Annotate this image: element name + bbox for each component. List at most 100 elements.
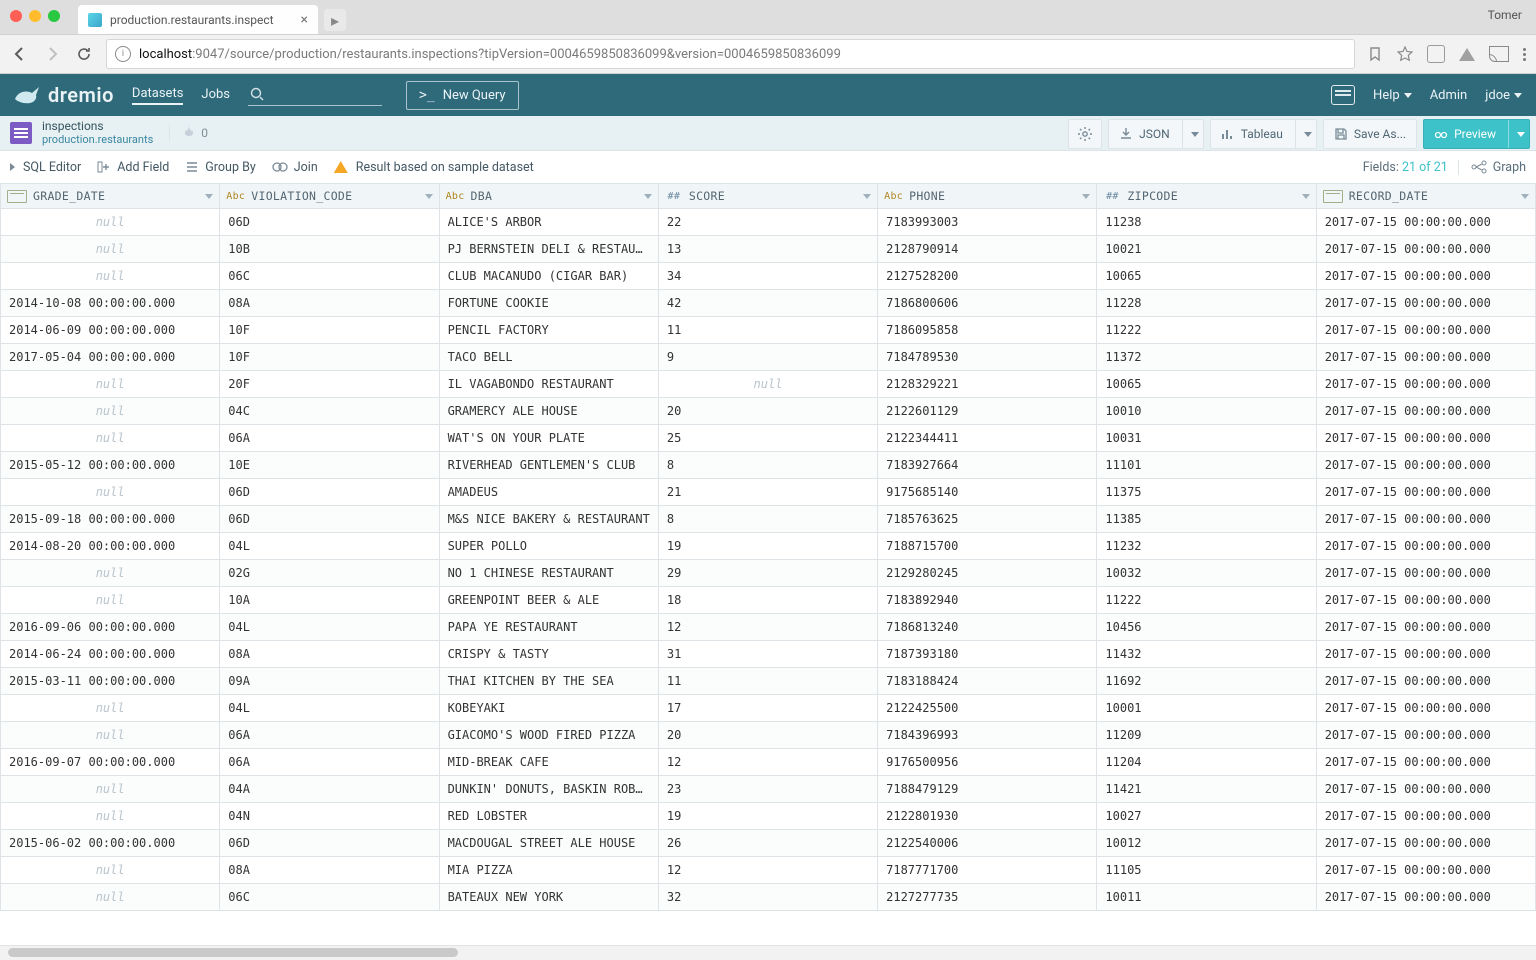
table-row[interactable]: null20FIL VAGABONDO RESTAURANTnull212832…: [1, 371, 1536, 398]
cell-zipcode[interactable]: 11432: [1097, 641, 1316, 668]
maximize-window-icon[interactable]: [48, 10, 60, 22]
cell-grade_date[interactable]: 2015-06-02 00:00:00.000: [1, 830, 220, 857]
cell-dba[interactable]: M&S NICE BAKERY & RESTAURANT: [439, 506, 658, 533]
cell-zipcode[interactable]: 11692: [1097, 668, 1316, 695]
preview-button[interactable]: Preview: [1423, 119, 1530, 149]
cell-zipcode[interactable]: 11228: [1097, 290, 1316, 317]
cell-zipcode[interactable]: 11222: [1097, 587, 1316, 614]
cell-dba[interactable]: MID-BREAK CAFE: [439, 749, 658, 776]
cell-grade_date[interactable]: null: [1, 857, 220, 884]
cell-grade_date[interactable]: 2016-09-06 00:00:00.000: [1, 614, 220, 641]
cell-record_date[interactable]: 2017-07-15 00:00:00.000: [1316, 776, 1535, 803]
cell-grade_date[interactable]: null: [1, 425, 220, 452]
cell-record_date[interactable]: 2017-07-15 00:00:00.000: [1316, 236, 1535, 263]
cell-score[interactable]: 21: [658, 479, 877, 506]
dataset-path[interactable]: production.restaurants: [42, 133, 153, 146]
table-row[interactable]: 2015-03-11 00:00:00.00009ATHAI KITCHEN B…: [1, 668, 1536, 695]
chevron-down-icon[interactable]: [425, 194, 433, 199]
cell-grade_date[interactable]: null: [1, 263, 220, 290]
cell-record_date[interactable]: 2017-07-15 00:00:00.000: [1316, 344, 1535, 371]
table-row[interactable]: null06CCLUB MACANUDO (CIGAR BAR)34212752…: [1, 263, 1536, 290]
cell-grade_date[interactable]: null: [1, 695, 220, 722]
cell-violation_code[interactable]: 06C: [220, 263, 439, 290]
cell-score[interactable]: 20: [658, 398, 877, 425]
cell-score[interactable]: 9: [658, 344, 877, 371]
cell-score[interactable]: 25: [658, 425, 877, 452]
tableau-button[interactable]: Tableau: [1210, 119, 1317, 149]
cell-phone[interactable]: 7183892940: [878, 587, 1097, 614]
cell-zipcode[interactable]: 10021: [1097, 236, 1316, 263]
star-icon[interactable]: [1397, 46, 1413, 62]
cell-zipcode[interactable]: 10011: [1097, 884, 1316, 911]
column-header-phone[interactable]: AbcPHONE: [878, 184, 1097, 209]
save-as-button[interactable]: Save As...: [1323, 119, 1417, 149]
cell-score[interactable]: 12: [658, 857, 877, 884]
cell-zipcode[interactable]: 10065: [1097, 263, 1316, 290]
nav-jobs[interactable]: Jobs: [201, 87, 230, 104]
cell-zipcode[interactable]: 11372: [1097, 344, 1316, 371]
messages-icon[interactable]: [1331, 85, 1355, 105]
table-row[interactable]: 2015-09-18 00:00:00.00006DM&S NICE BAKER…: [1, 506, 1536, 533]
cell-violation_code[interactable]: 04C: [220, 398, 439, 425]
cell-grade_date[interactable]: null: [1, 560, 220, 587]
cell-violation_code[interactable]: 04L: [220, 614, 439, 641]
cell-dba[interactable]: DUNKIN' DONUTS, BASKIN ROBBINS: [439, 776, 658, 803]
cell-phone[interactable]: 2128329221: [878, 371, 1097, 398]
cell-score[interactable]: 11: [658, 317, 877, 344]
cell-record_date[interactable]: 2017-07-15 00:00:00.000: [1316, 209, 1535, 236]
chevron-down-icon[interactable]: [1302, 194, 1310, 199]
cell-violation_code[interactable]: 04A: [220, 776, 439, 803]
cell-phone[interactable]: 9176500956: [878, 749, 1097, 776]
table-row[interactable]: null06AWAT'S ON YOUR PLATE25212234441110…: [1, 425, 1536, 452]
cell-dba[interactable]: PJ BERNSTEIN DELI & RESTAURANT: [439, 236, 658, 263]
chevron-down-icon[interactable]: [863, 194, 871, 199]
cell-record_date[interactable]: 2017-07-15 00:00:00.000: [1316, 722, 1535, 749]
cell-phone[interactable]: 7184789530: [878, 344, 1097, 371]
cell-dba[interactable]: NO 1 CHINESE RESTAURANT: [439, 560, 658, 587]
column-header-score[interactable]: ##SCORE: [658, 184, 877, 209]
cell-record_date[interactable]: 2017-07-15 00:00:00.000: [1316, 857, 1535, 884]
cell-grade_date[interactable]: 2017-05-04 00:00:00.000: [1, 344, 220, 371]
table-row[interactable]: 2014-06-24 00:00:00.00008ACRISPY & TASTY…: [1, 641, 1536, 668]
cell-violation_code[interactable]: 06D: [220, 479, 439, 506]
cell-score[interactable]: 19: [658, 533, 877, 560]
cell-score[interactable]: null: [658, 371, 877, 398]
column-header-violation_code[interactable]: AbcVIOLATION_CODE: [220, 184, 439, 209]
reflection-counter[interactable]: 0: [169, 125, 208, 141]
cell-violation_code[interactable]: 06A: [220, 749, 439, 776]
url-input[interactable]: i localhost:9047/source/production/resta…: [106, 39, 1355, 69]
table-row[interactable]: 2017-05-04 00:00:00.00010FTACO BELL97184…: [1, 344, 1536, 371]
cell-record_date[interactable]: 2017-07-15 00:00:00.000: [1316, 425, 1535, 452]
cell-score[interactable]: 17: [658, 695, 877, 722]
cell-score[interactable]: 20: [658, 722, 877, 749]
cell-record_date[interactable]: 2017-07-15 00:00:00.000: [1316, 749, 1535, 776]
drive-icon[interactable]: [1459, 48, 1475, 61]
cell-phone[interactable]: 2122601129: [878, 398, 1097, 425]
cell-grade_date[interactable]: 2014-06-09 00:00:00.000: [1, 317, 220, 344]
cell-record_date[interactable]: 2017-07-15 00:00:00.000: [1316, 668, 1535, 695]
cell-score[interactable]: 13: [658, 236, 877, 263]
cell-phone[interactable]: 7184396993: [878, 722, 1097, 749]
cell-phone[interactable]: 7188479129: [878, 776, 1097, 803]
cell-zipcode[interactable]: 11421: [1097, 776, 1316, 803]
add-field-button[interactable]: Add Field: [97, 160, 169, 175]
cell-score[interactable]: 22: [658, 209, 877, 236]
cell-dba[interactable]: GIACOMO'S WOOD FIRED PIZZA: [439, 722, 658, 749]
cell-score[interactable]: 32: [658, 884, 877, 911]
table-row[interactable]: null10BPJ BERNSTEIN DELI & RESTAURANT132…: [1, 236, 1536, 263]
cell-violation_code[interactable]: 10B: [220, 236, 439, 263]
table-row[interactable]: 2014-10-08 00:00:00.00008AFORTUNE COOKIE…: [1, 290, 1536, 317]
column-header-dba[interactable]: AbcDBA: [439, 184, 658, 209]
table-row[interactable]: null06DALICE'S ARBOR22718399300311238201…: [1, 209, 1536, 236]
cell-phone[interactable]: 2127277735: [878, 884, 1097, 911]
chevron-down-icon[interactable]: [1521, 194, 1529, 199]
cell-phone[interactable]: 7187771700: [878, 857, 1097, 884]
cell-zipcode[interactable]: 10001: [1097, 695, 1316, 722]
cell-grade_date[interactable]: null: [1, 371, 220, 398]
cell-grade_date[interactable]: 2014-08-20 00:00:00.000: [1, 533, 220, 560]
table-row[interactable]: null04ADUNKIN' DONUTS, BASKIN ROBBINS237…: [1, 776, 1536, 803]
cell-record_date[interactable]: 2017-07-15 00:00:00.000: [1316, 290, 1535, 317]
data-grid[interactable]: GRADE_DATEAbcVIOLATION_CODEAbcDBA##SCORE…: [0, 184, 1536, 945]
nav-datasets[interactable]: Datasets: [132, 86, 184, 105]
cell-score[interactable]: 8: [658, 506, 877, 533]
